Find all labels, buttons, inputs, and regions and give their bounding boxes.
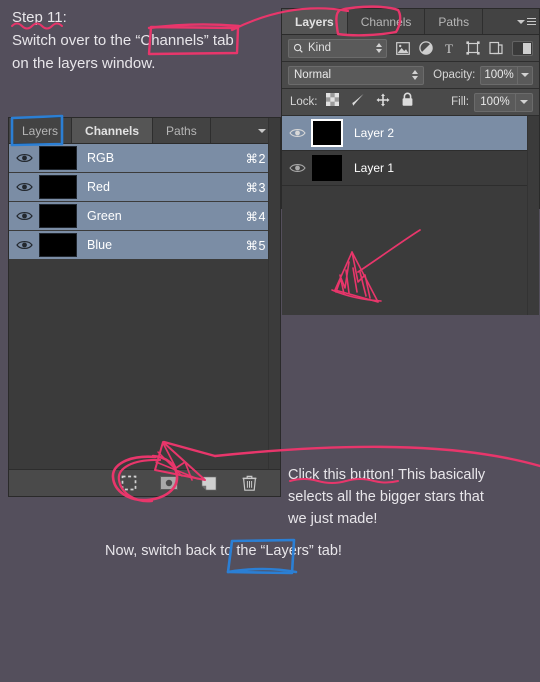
tab-layers-label: Layers: [22, 123, 59, 138]
load-channel-as-selection-icon[interactable]: [120, 474, 138, 492]
layer-filter-row: Kind T: [282, 35, 539, 62]
create-new-channel-icon[interactable]: [200, 474, 218, 492]
lock-position-icon[interactable]: [376, 93, 390, 112]
tab-paths[interactable]: Paths: [153, 118, 211, 143]
channel-thumbnail[interactable]: [39, 204, 77, 228]
blend-mode-select[interactable]: Normal: [288, 65, 425, 85]
adjustment-layer-filter-icon[interactable]: [419, 41, 433, 56]
layers-panel: Layers Channels Paths Kind T Normal Opac…: [281, 8, 540, 315]
tab-layers[interactable]: Layers: [9, 118, 73, 143]
lock-row: Lock: Fill: 100%: [282, 89, 539, 116]
step-instruction-text: Step 11: Switch over to the “Channels” t…: [12, 9, 234, 72]
tab-layers[interactable]: Layers: [282, 9, 348, 34]
tab-paths-label: Paths: [438, 14, 470, 29]
fill-input[interactable]: 100%: [474, 92, 516, 112]
layer-visibility-toggle[interactable]: [282, 162, 312, 174]
channels-footer-toolbar: [9, 469, 280, 496]
chevron-down-icon: [516, 19, 525, 24]
channel-shortcut: ⌘3: [245, 180, 266, 195]
eye-icon: [288, 164, 306, 172]
chevron-down-icon: [257, 128, 266, 133]
layers-panel-tabbar: Layers Channels Paths: [282, 9, 539, 35]
opacity-input[interactable]: 100%: [480, 65, 518, 85]
hamburger-icon: [526, 18, 536, 25]
channel-row-green[interactable]: Green ⌘4: [9, 202, 280, 231]
shape-layer-filter-icon[interactable]: [465, 41, 480, 56]
click-button-instruction-text: Click this button! This basically select…: [288, 467, 486, 527]
eye-icon: [15, 153, 33, 163]
channel-shortcut: ⌘5: [245, 238, 266, 253]
switch-back-instruction-text: Now, switch back to the “Layers” tab!: [105, 543, 342, 559]
channel-shortcut: ⌘4: [245, 209, 266, 224]
opacity-dropdown-icon[interactable]: [517, 65, 533, 85]
channel-visibility-toggle[interactable]: [9, 181, 39, 193]
layer-name: Layer 2: [354, 126, 395, 140]
channel-name: Blue: [87, 238, 113, 252]
tab-channels[interactable]: Channels: [347, 9, 426, 34]
channel-name: Green: [87, 209, 122, 223]
tab-paths[interactable]: Paths: [425, 9, 484, 34]
tab-channels-label: Channels: [85, 123, 140, 138]
tab-channels[interactable]: Channels: [72, 118, 154, 143]
svg-text:T: T: [445, 41, 453, 55]
fill-dropdown-icon[interactable]: [516, 92, 533, 112]
filter-enable-toggle[interactable]: [511, 40, 533, 56]
channel-row-blue[interactable]: Blue ⌘5: [9, 231, 280, 260]
screenshot-root: Step 11: Switch over to the “Channels” t…: [0, 0, 540, 682]
channels-scrollbar[interactable]: [268, 118, 280, 496]
layer-visibility-toggle[interactable]: [282, 127, 312, 139]
opacity-label: Opacity:: [433, 69, 476, 81]
channels-panel: Layers Channels Paths RGB ⌘2 Red ⌘3 Gree…: [8, 117, 281, 497]
eye-icon: [15, 240, 33, 250]
pixel-layer-filter-icon[interactable]: [395, 41, 410, 56]
lock-label: Lock:: [290, 96, 318, 108]
channel-thumbnail[interactable]: [39, 146, 77, 170]
eye-icon: [15, 182, 33, 192]
channel-thumbnail[interactable]: [39, 175, 77, 199]
channel-shortcut: ⌘2: [245, 151, 266, 166]
channel-row-rgb[interactable]: RGB ⌘2: [9, 144, 280, 173]
channel-row-red[interactable]: Red ⌘3: [9, 173, 280, 202]
tabbar-filler: [210, 118, 254, 143]
channels-panel-tabbar: Layers Channels Paths: [9, 118, 280, 144]
layer-row-layer-1[interactable]: Layer 1: [282, 151, 539, 186]
filter-kind-select[interactable]: Kind: [288, 38, 387, 58]
box-bottom-stroke: [226, 567, 298, 574]
tab-paths-label: Paths: [166, 123, 197, 138]
filter-kind-spinner-icon[interactable]: [375, 43, 382, 53]
channel-visibility-toggle[interactable]: [9, 239, 39, 251]
fill-label: Fill:: [451, 96, 469, 108]
layer-row-layer-2[interactable]: Layer 2: [282, 116, 539, 151]
channel-name: RGB: [87, 151, 115, 165]
layer-thumbnail[interactable]: [312, 155, 342, 181]
blend-mode-row: Normal Opacity: 100%: [282, 62, 539, 89]
layer-name: Layer 1: [354, 161, 395, 175]
lock-image-pixels-icon[interactable]: [350, 93, 365, 112]
panel-menu-icon[interactable]: [513, 9, 539, 34]
blend-mode-spinner-icon[interactable]: [412, 70, 419, 80]
delete-channel-icon[interactable]: [240, 474, 258, 492]
eye-icon: [288, 129, 306, 137]
tabbar-filler: [483, 9, 513, 34]
layers-list: Layer 2 Layer 1: [282, 116, 539, 315]
tab-channels-label: Channels: [360, 14, 412, 29]
layer-thumbnail[interactable]: [311, 119, 343, 147]
channel-name: Red: [87, 180, 110, 194]
eye-icon: [15, 211, 33, 221]
layers-scrollbar[interactable]: [527, 116, 539, 315]
search-icon: [293, 43, 303, 53]
tab-layers-label: Layers: [295, 14, 334, 29]
lock-all-icon[interactable]: [401, 92, 414, 112]
lock-transparency-icon[interactable]: [325, 93, 339, 111]
channel-thumbnail[interactable]: [39, 233, 77, 257]
type-layer-filter-icon[interactable]: T: [442, 41, 456, 56]
channels-list: RGB ⌘2 Red ⌘3 Green ⌘4 Blue ⌘5: [9, 144, 280, 260]
blend-mode-value: Normal: [294, 69, 332, 81]
smart-object-filter-icon[interactable]: [489, 41, 503, 56]
channel-visibility-toggle[interactable]: [9, 152, 39, 164]
save-selection-as-channel-icon[interactable]: [160, 474, 178, 492]
channel-visibility-toggle[interactable]: [9, 210, 39, 222]
filter-kind-label: Kind: [308, 42, 332, 54]
